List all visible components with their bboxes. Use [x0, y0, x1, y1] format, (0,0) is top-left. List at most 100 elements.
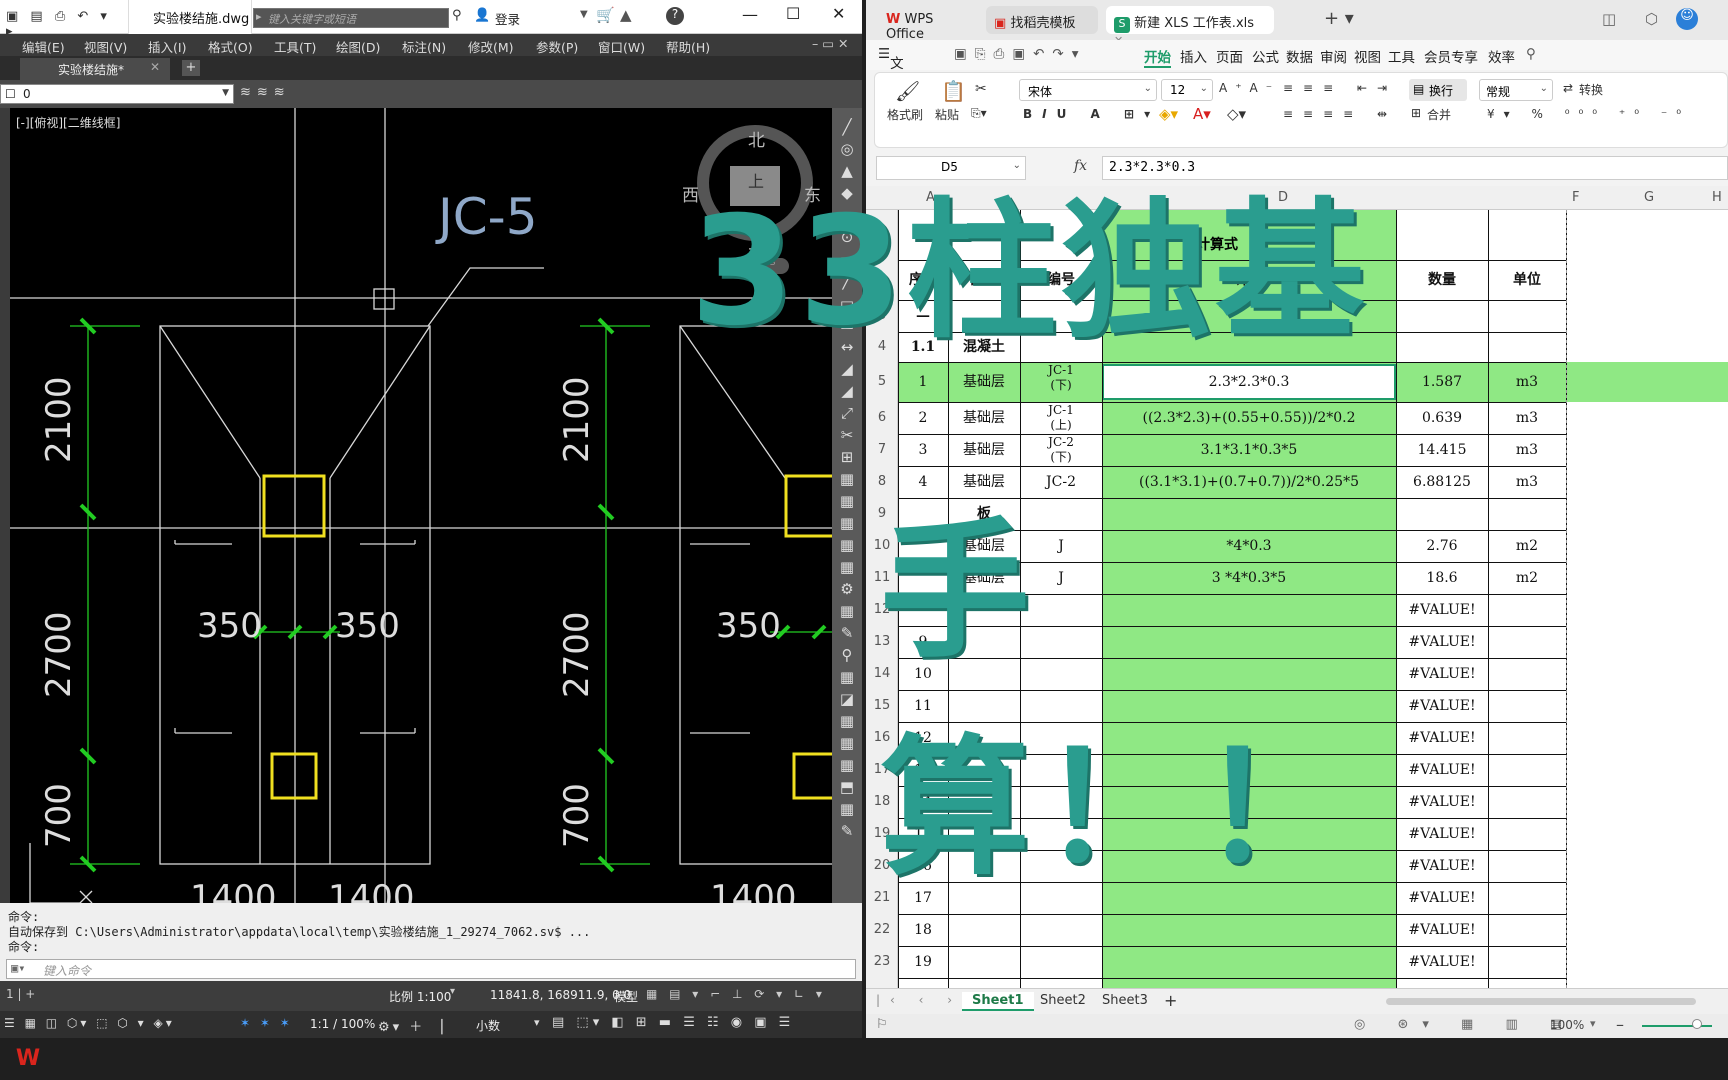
table-cell-d[interactable] [1102, 914, 1396, 946]
font-size-select[interactable]: 12 ⌄ [1161, 79, 1213, 101]
table-cell-b[interactable] [948, 914, 1020, 946]
menu-item-edit[interactable]: 编辑(E) [22, 37, 65, 56]
zoom-slider-knob[interactable] [1692, 1019, 1702, 1029]
row-header[interactable]: 22 [866, 922, 898, 937]
table-cell-b[interactable]: 基础层 [948, 362, 1020, 402]
layer-select[interactable]: ☐ 0 ▼ [0, 84, 234, 104]
align-horizontal-icons[interactable]: ≡≡≡≡ ⇹ [1283, 107, 1397, 121]
table-cell-e[interactable]: 14.415 [1396, 434, 1488, 466]
binoculars-icon[interactable]: ⚲ [452, 8, 462, 23]
horizontal-scrollbar[interactable] [1386, 998, 1696, 1005]
close-icon[interactable]: ✕ [150, 60, 160, 74]
table-cell-f[interactable] [1488, 786, 1566, 818]
menu-page[interactable]: 页面 [1216, 46, 1243, 66]
table-cell-f[interactable]: m2 [1488, 530, 1566, 562]
close-button[interactable]: ✕ [832, 4, 845, 23]
zoom-level[interactable]: 100% [1550, 1018, 1584, 1032]
tab-sheet2[interactable]: Sheet2 [1040, 993, 1086, 1008]
table-cell-a[interactable]: 3 [898, 434, 948, 466]
help-icon[interactable]: ? [666, 7, 684, 25]
menu-file[interactable]: ☰ 文件 [878, 46, 904, 92]
number-format-icons[interactable]: ¥▾ % ⁰⁰⁰ ⁺⁰ ⁻⁰ [1487, 107, 1690, 121]
row-header[interactable]: 5 [866, 374, 898, 389]
table-cell-c[interactable] [1020, 946, 1102, 978]
search-input[interactable]: ▸ 键入关键字或短语 [253, 8, 449, 28]
new-tab-button[interactable]: + [182, 60, 200, 76]
avatar[interactable]: ☺ [1676, 8, 1698, 30]
table-cell-f[interactable] [1488, 722, 1566, 754]
table-cell-a[interactable]: 19 [898, 946, 948, 978]
fill-color-icon[interactable]: ◈▾ [1159, 105, 1178, 123]
new-tab-button[interactable]: + ▾ [1324, 8, 1354, 29]
layer-tools-icons[interactable]: ≋≋≋ [240, 85, 291, 100]
status-tools-left[interactable]: ☰ ▦ ◫ ⬡▾ ⬚ ⬡ ▾ ◈▾ [4, 1016, 175, 1030]
table-cell-f[interactable]: m3 [1488, 402, 1566, 434]
table-cell-d[interactable]: 3.1*3.1*0.3*5 [1102, 434, 1396, 466]
font-name-select[interactable]: 宋体 ⌄ [1019, 79, 1157, 101]
menu-item-view[interactable]: 视图(V) [84, 37, 127, 56]
table-cell-a[interactable]: 18 [898, 914, 948, 946]
quick-access-toolbar[interactable]: ▣ ▤ ⎙ ↶ ▾ ▸ [6, 9, 126, 39]
cart-icon[interactable]: 🛒 [596, 6, 615, 24]
table-cell-a[interactable]: 1 [898, 362, 948, 402]
menu-home[interactable]: 开始 [1144, 46, 1171, 68]
table-cell-b[interactable]: 基础层 [948, 402, 1020, 434]
model-space-toggle[interactable]: 模型 [614, 988, 638, 1005]
doc-window-controls[interactable]: – ▭ ✕ [812, 36, 848, 51]
menu-item-modify[interactable]: 修改(M) [468, 37, 514, 56]
table-cell-f[interactable] [1488, 690, 1566, 722]
table-cell-e[interactable]: #VALUE! [1396, 946, 1488, 978]
menu-item-insert[interactable]: 插入(I) [148, 37, 186, 56]
table-cell-e[interactable]: 0.639 [1396, 402, 1488, 434]
format-painter-button[interactable]: 格式刷 [887, 106, 923, 123]
table-cell-e[interactable] [1396, 332, 1488, 362]
tab-sheet3[interactable]: Sheet3 [1102, 993, 1148, 1008]
table-cell-a[interactable]: 2 [898, 402, 948, 434]
scale-select[interactable]: 比例 1:100 [389, 988, 451, 1005]
table-cell-c[interactable]: JC-2 (下) [1020, 434, 1102, 466]
menu-member[interactable]: 会员专享 [1424, 46, 1478, 66]
tab-xls-file[interactable]: S 新建 XLS 工作表.xls ✕ [1106, 6, 1274, 47]
col-header-g[interactable]: G [1644, 190, 1654, 205]
menu-formula[interactable]: 公式 [1252, 46, 1279, 66]
table-cell-d[interactable]: 2.3*2.3*0.3 [1102, 362, 1396, 402]
table-cell-b[interactable]: 基础层 [948, 434, 1020, 466]
table-cell-f[interactable]: m2 [1488, 562, 1566, 594]
table-cell-f[interactable]: m3 [1488, 362, 1566, 402]
search-icon[interactable]: ⚲ [1526, 46, 1536, 62]
window-tools-icons[interactable]: ◫ ⬡ [1602, 10, 1670, 28]
table-cell-c[interactable]: JC-1 (下) [1020, 362, 1102, 402]
merge-button[interactable]: 合并 [1427, 106, 1451, 123]
viewcube-north[interactable]: 北 [748, 126, 765, 151]
menu-item-format[interactable]: 格式(O) [208, 37, 253, 56]
table-cell-c[interactable] [1020, 914, 1102, 946]
menu-item-params[interactable]: 参数(P) [536, 37, 578, 56]
tab-drawing[interactable]: 实验楼结施* ✕ [20, 58, 170, 80]
menu-view[interactable]: 视图 [1354, 46, 1381, 66]
row-header[interactable]: 6 [866, 410, 898, 425]
status-toggle-icons[interactable]: ▦ ▤ ▾ ⌐ ⊥ ⟳ ▾ ∟ ▾ [646, 987, 826, 1001]
copy-icon[interactable]: ⎘▾ [971, 106, 987, 121]
tab-sheet1[interactable]: Sheet1 [962, 992, 1034, 1011]
login-button[interactable]: 登录 [495, 9, 520, 28]
zoom-out-button[interactable]: – [1616, 1015, 1624, 1034]
menu-insert[interactable]: 插入 [1180, 46, 1207, 66]
macro-icon[interactable]: ⚐ [876, 1017, 888, 1032]
menu-review[interactable]: 审阅 [1320, 46, 1347, 66]
quick-tools-icons[interactable]: ▣⎘⎙▣↶↷▾ [954, 46, 1087, 62]
table-cell-f[interactable] [1488, 594, 1566, 626]
menu-tools[interactable]: 工具 [1388, 46, 1415, 66]
table-cell-d[interactable] [1102, 946, 1396, 978]
table-cell-e[interactable]: 1.587 [1396, 362, 1488, 402]
number-format-select[interactable]: 常规 ⌄ [1479, 79, 1553, 101]
table-cell-f[interactable] [1488, 658, 1566, 690]
table-cell-f[interactable] [1488, 882, 1566, 914]
wrap-button[interactable]: ▤ 换行 [1409, 79, 1467, 101]
menu-item-window[interactable]: 窗口(W) [598, 37, 645, 56]
table-cell-f[interactable] [1488, 818, 1566, 850]
annotation-scale[interactable]: 1:1 / 100% [310, 1017, 375, 1031]
table-cell-f[interactable] [1488, 754, 1566, 786]
wps-taskbar-icon[interactable]: W [14, 1046, 42, 1072]
table-cell-f[interactable] [1488, 850, 1566, 882]
menu-item-dimension[interactable]: 标注(N) [402, 37, 446, 56]
